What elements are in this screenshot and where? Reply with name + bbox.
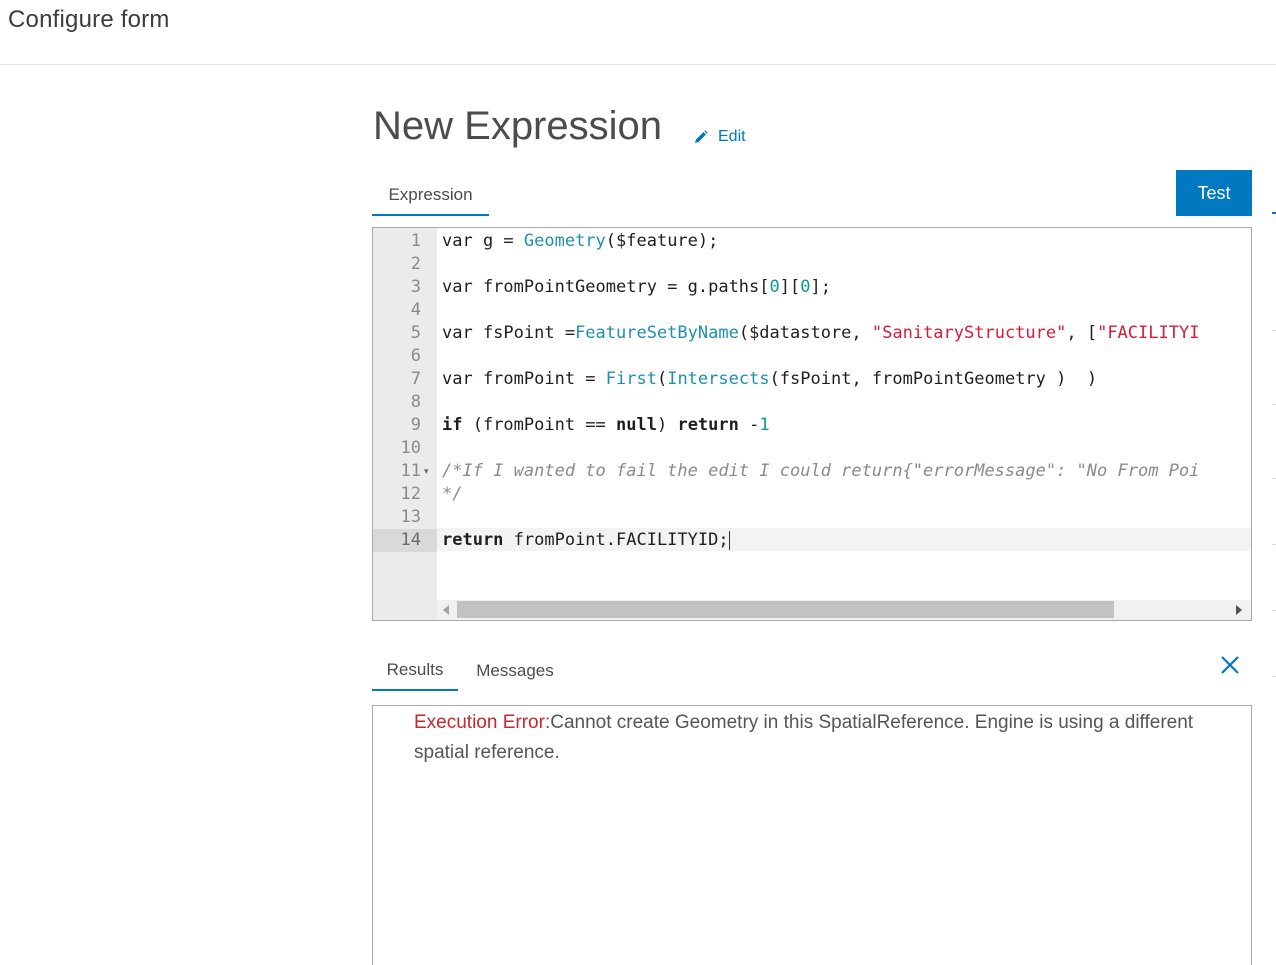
- line-number: 4: [410, 300, 421, 320]
- side-tick: [1272, 610, 1276, 611]
- side-tick: [1272, 330, 1276, 331]
- line-number: 14: [373, 529, 437, 552]
- scroll-left-arrow-icon[interactable]: [443, 605, 449, 615]
- line-number: 3: [410, 277, 421, 297]
- code-token: fromPoint.FACILITYID;: [503, 530, 729, 550]
- line-number: 10: [400, 438, 421, 458]
- edit-title-link[interactable]: Edit: [694, 127, 746, 147]
- code-token: 1: [759, 415, 770, 435]
- code-line: return fromPoint.FACILITYID;: [442, 529, 730, 552]
- code-token: */: [442, 484, 463, 504]
- line-number: 6: [410, 346, 421, 366]
- scrollbar-thumb[interactable]: [457, 601, 1114, 618]
- code-token: (fsPoint, fromPointGeometry ) ): [769, 369, 1098, 389]
- close-icon: [1221, 656, 1239, 674]
- line-number: 5: [410, 323, 421, 343]
- code-token: , [: [1066, 323, 1098, 343]
- code-area[interactable]: var g = Geometry($feature); var fromPoint…: [437, 228, 1251, 602]
- code-token: if: [442, 415, 463, 435]
- line-number: 12: [400, 484, 421, 504]
- app-title: Configure form: [8, 6, 170, 33]
- right-edge-indicator: [1272, 212, 1276, 214]
- code-line: var fromPointGeometry = g.paths[0][0];: [442, 276, 831, 299]
- code-token: var fsPoint =: [442, 323, 576, 343]
- test-button[interactable]: Test: [1176, 170, 1252, 216]
- code-editor[interactable]: 1 2 3 4 5 6 7 8 9 10 11 ▾ 12 13 14 var g = Geometry($f…: [372, 227, 1252, 621]
- code-token: ): [656, 415, 678, 435]
- tab-expression[interactable]: Expression: [372, 176, 489, 216]
- code-token: "SanitaryStructure": [871, 323, 1067, 343]
- code-token: FeatureSetByName: [575, 323, 739, 343]
- code-line: var fromPoint = First(Intersects(fsPoint…: [442, 368, 1097, 391]
- code-line: if (fromPoint == null) return -1: [442, 414, 770, 437]
- code-line: var fsPoint =FeatureSetByName($datastore…: [442, 322, 1199, 345]
- code-token: ][: [779, 277, 801, 297]
- code-token: var fromPoint =: [442, 369, 606, 389]
- edit-label: Edit: [718, 128, 746, 145]
- code-token: ];: [810, 277, 831, 297]
- code-token: Geometry: [523, 231, 606, 251]
- line-number-gutter: 1 2 3 4 5 6 7 8 9 10 11 ▾ 12 13 14: [373, 228, 437, 620]
- code-token: var g =: [442, 231, 524, 251]
- line-number: 13: [400, 507, 421, 527]
- line-number: 1: [410, 231, 421, 251]
- code-line: */: [442, 483, 462, 506]
- code-token: (fromPoint ==: [462, 415, 617, 435]
- pencil-icon: [694, 130, 708, 144]
- code-token: 0: [769, 277, 780, 297]
- chevron-down-icon[interactable]: ▾: [424, 460, 429, 483]
- code-token: /*If I wanted to fail the edit I could r…: [442, 461, 1200, 481]
- scroll-right-arrow-icon[interactable]: [1236, 605, 1242, 615]
- line-number: 8: [410, 392, 421, 412]
- side-tick: [1272, 404, 1276, 405]
- line-number: 7: [410, 369, 421, 389]
- code-token: null: [616, 415, 657, 435]
- line-number: 9: [410, 415, 421, 435]
- code-token: var fromPointGeometry = g.paths[: [442, 277, 770, 297]
- code-token: return: [442, 530, 504, 550]
- code-token: 0: [800, 277, 811, 297]
- code-line: /*If I wanted to fail the edit I could r…: [442, 460, 1199, 483]
- results-panel: Execution Error:Cannot create Geometry i…: [372, 705, 1252, 965]
- close-results-button[interactable]: [1218, 653, 1242, 677]
- line-number: 2: [410, 254, 421, 274]
- code-token: ($datastore,: [738, 323, 872, 343]
- code-token: (: [656, 369, 668, 389]
- tab-results[interactable]: Results: [372, 651, 458, 691]
- horizontal-scrollbar[interactable]: [437, 600, 1251, 620]
- code-line: var g = Geometry($feature);: [442, 230, 718, 253]
- top-header: Configure form: [0, 0, 1276, 65]
- code-token: ($feature);: [605, 231, 719, 251]
- side-tick: [1272, 544, 1276, 545]
- text-cursor: [728, 530, 730, 550]
- code-token: return: [677, 415, 739, 435]
- line-number: 11: [400, 461, 421, 481]
- tab-messages[interactable]: Messages: [466, 651, 564, 691]
- code-token: "FACILITYI: [1097, 323, 1200, 343]
- error-label: Execution Error:: [414, 712, 551, 733]
- side-tick: [1272, 478, 1276, 479]
- code-token: First: [605, 369, 657, 389]
- code-token: Intersects: [667, 369, 770, 389]
- code-token: -: [738, 415, 760, 435]
- result-message: Execution Error:Cannot create Geometry i…: [414, 708, 1204, 768]
- side-tick: [1272, 676, 1276, 677]
- expression-title: New Expression: [373, 104, 663, 148]
